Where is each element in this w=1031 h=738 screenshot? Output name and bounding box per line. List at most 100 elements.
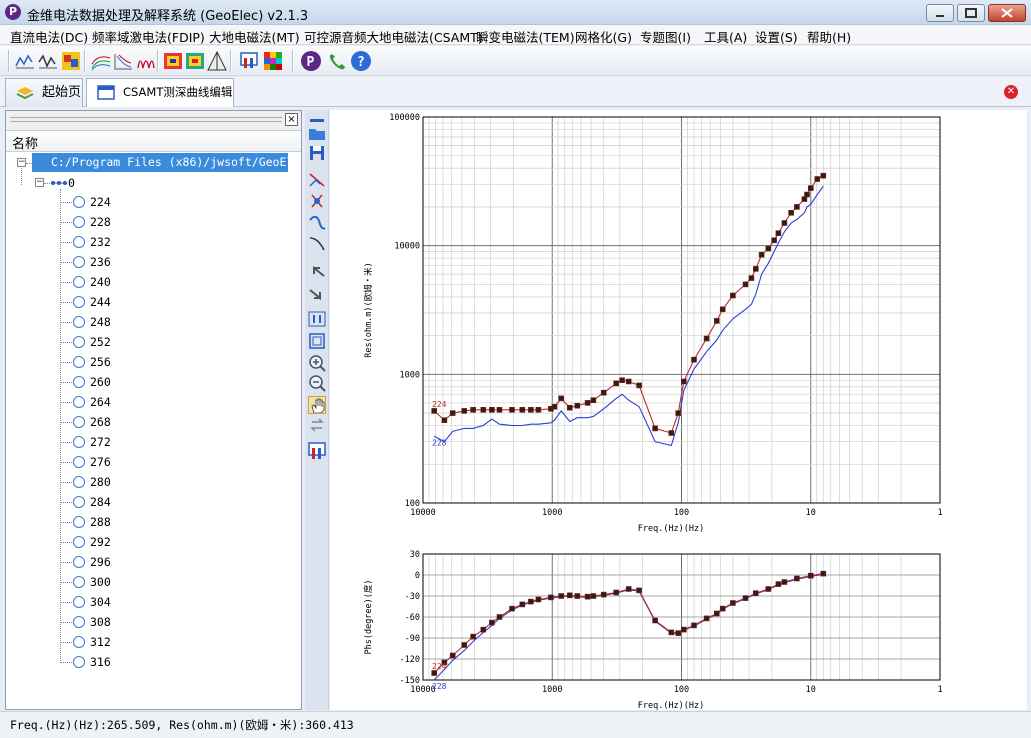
export-icon[interactable] bbox=[238, 50, 260, 72]
data-point-marker bbox=[551, 403, 558, 410]
station-item[interactable]: 240 bbox=[73, 274, 153, 290]
menu-thematic[interactable]: 专题图(I) bbox=[640, 27, 691, 46]
station-item[interactable]: 312 bbox=[73, 634, 153, 650]
x-tick-label: 10000 bbox=[410, 508, 436, 518]
color-map-icon[interactable] bbox=[60, 50, 82, 72]
cursor-readout: Freq.(Hz)(Hz):265.509, Res(ohm.m)(欧姆・米):… bbox=[10, 718, 354, 732]
phone-icon[interactable] bbox=[326, 50, 348, 72]
fdip-multi-icon[interactable] bbox=[112, 50, 134, 72]
mt-section-icon[interactable] bbox=[184, 50, 206, 72]
layers-icon bbox=[16, 87, 34, 100]
save-icon[interactable] bbox=[308, 144, 326, 162]
ip-curve-icon[interactable] bbox=[37, 50, 59, 72]
station-item[interactable]: 232 bbox=[73, 234, 153, 250]
station-item[interactable]: 248 bbox=[73, 314, 153, 330]
undo-icon[interactable] bbox=[308, 262, 326, 280]
menu-settings[interactable]: 设置(S) bbox=[755, 27, 798, 46]
station-item[interactable]: 292 bbox=[73, 534, 153, 550]
data-point-marker bbox=[558, 395, 564, 402]
redo-icon[interactable] bbox=[308, 284, 326, 302]
station-label: 296 bbox=[90, 555, 111, 569]
station-item[interactable]: 228 bbox=[73, 214, 153, 230]
zoom-out-icon[interactable] bbox=[308, 374, 326, 392]
root-collapse-toggle[interactable]: − bbox=[17, 158, 26, 167]
dc-curve-icon[interactable] bbox=[14, 50, 36, 72]
tab-start-page[interactable]: 起始页 bbox=[5, 78, 83, 107]
maximize-button[interactable] bbox=[957, 4, 985, 22]
station-item[interactable]: 268 bbox=[73, 414, 153, 430]
station-item[interactable]: 304 bbox=[73, 594, 153, 610]
menu-fdip[interactable]: 频率域激电法(FDIP) bbox=[92, 27, 205, 46]
station-circle-icon bbox=[73, 276, 85, 288]
delete-point-icon[interactable] bbox=[308, 192, 326, 210]
pan-hand-icon[interactable] bbox=[308, 396, 326, 414]
y-axis-label: Res(ohm.m)(欧姆・米) bbox=[363, 262, 374, 357]
menu-csamt[interactable]: 可控源音频大地电磁法(CSAMT) bbox=[304, 27, 483, 46]
menu-dc[interactable]: 直流电法(DC) bbox=[10, 27, 88, 46]
full-extent-icon[interactable] bbox=[308, 332, 326, 350]
tree-root-folder[interactable]: C:/Program Files (x86)/jwsoft/GeoEle... bbox=[32, 153, 288, 172]
open-folder-icon[interactable] bbox=[308, 124, 326, 142]
data-point-marker bbox=[719, 605, 726, 612]
tree-guide bbox=[60, 202, 72, 203]
edit-points-icon[interactable] bbox=[308, 170, 326, 188]
zoom-in-icon[interactable] bbox=[308, 354, 326, 372]
data-point-marker bbox=[668, 430, 675, 436]
tab-csamt-curve-edit[interactable]: CSAMT测深曲线编辑 bbox=[86, 78, 234, 107]
app-icon: P bbox=[5, 4, 21, 20]
station-item[interactable]: 280 bbox=[73, 474, 153, 490]
close-button[interactable] bbox=[988, 4, 1026, 22]
menu-grid[interactable]: 网格化(G) bbox=[575, 27, 632, 46]
line-draw-icon[interactable] bbox=[308, 234, 326, 252]
menu-mt[interactable]: 大地电磁法(MT) bbox=[209, 27, 300, 46]
station-item[interactable]: 244 bbox=[73, 294, 153, 310]
export-chart-icon[interactable] bbox=[308, 442, 326, 460]
station-item[interactable]: 252 bbox=[73, 334, 153, 350]
station-label: 284 bbox=[90, 495, 111, 509]
menu-tools[interactable]: 工具(A) bbox=[704, 27, 747, 46]
station-item[interactable]: 224 bbox=[73, 194, 153, 210]
station-item[interactable]: 288 bbox=[73, 514, 153, 530]
smooth-curve-icon[interactable] bbox=[308, 214, 326, 232]
logo-icon[interactable]: P bbox=[300, 50, 322, 72]
close-tab-button[interactable]: ✕ bbox=[1004, 85, 1018, 99]
line-collapse-toggle[interactable]: − bbox=[35, 178, 44, 187]
station-item[interactable]: 272 bbox=[73, 434, 153, 450]
station-item[interactable]: 308 bbox=[73, 614, 153, 630]
tree-guide bbox=[60, 342, 72, 343]
fdip-profile-icon[interactable] bbox=[134, 50, 156, 72]
station-item[interactable]: 236 bbox=[73, 254, 153, 270]
station-label: 288 bbox=[90, 515, 111, 529]
station-item[interactable]: 276 bbox=[73, 454, 153, 470]
svg-text:?: ? bbox=[357, 55, 365, 70]
station-item[interactable]: 300 bbox=[73, 574, 153, 590]
station-item[interactable]: 260 bbox=[73, 374, 153, 390]
fit-columns-icon[interactable] bbox=[308, 310, 326, 328]
station-label: 264 bbox=[90, 395, 111, 409]
station-item[interactable]: 264 bbox=[73, 394, 153, 410]
triangle-icon[interactable] bbox=[206, 50, 228, 72]
refresh-icon[interactable] bbox=[308, 416, 326, 434]
palette-icon[interactable] bbox=[262, 50, 284, 72]
menu-tem[interactable]: 瞬变电磁法(TEM) bbox=[476, 27, 575, 46]
station-item[interactable]: 296 bbox=[73, 554, 153, 570]
station-label: 272 bbox=[90, 435, 111, 449]
data-point-marker bbox=[449, 410, 456, 416]
help-icon[interactable]: ? bbox=[350, 50, 372, 72]
curve-charts[interactable]: 10000 1000 100 10 1100100010000100000Freq.(H… bbox=[330, 110, 1027, 711]
menu-help[interactable]: 帮助(H) bbox=[807, 27, 851, 46]
y-tick-label: 10000 bbox=[394, 242, 420, 252]
station-item[interactable]: 284 bbox=[73, 494, 153, 510]
fdip-section-icon[interactable] bbox=[90, 50, 112, 72]
minimize-button[interactable] bbox=[926, 4, 954, 22]
tree-column-header[interactable]: 名称 bbox=[6, 131, 301, 152]
survey-line-label[interactable]: 0 bbox=[68, 176, 75, 190]
data-point-marker bbox=[584, 400, 591, 406]
station-item[interactable]: 316 bbox=[73, 654, 153, 670]
mt-contour-icon[interactable] bbox=[162, 50, 184, 72]
data-point-marker bbox=[461, 408, 467, 414]
data-point-marker bbox=[567, 404, 573, 411]
panel-close-button[interactable]: × bbox=[285, 113, 298, 126]
station-item[interactable]: 256 bbox=[73, 354, 153, 370]
panel-grip[interactable] bbox=[10, 117, 282, 122]
